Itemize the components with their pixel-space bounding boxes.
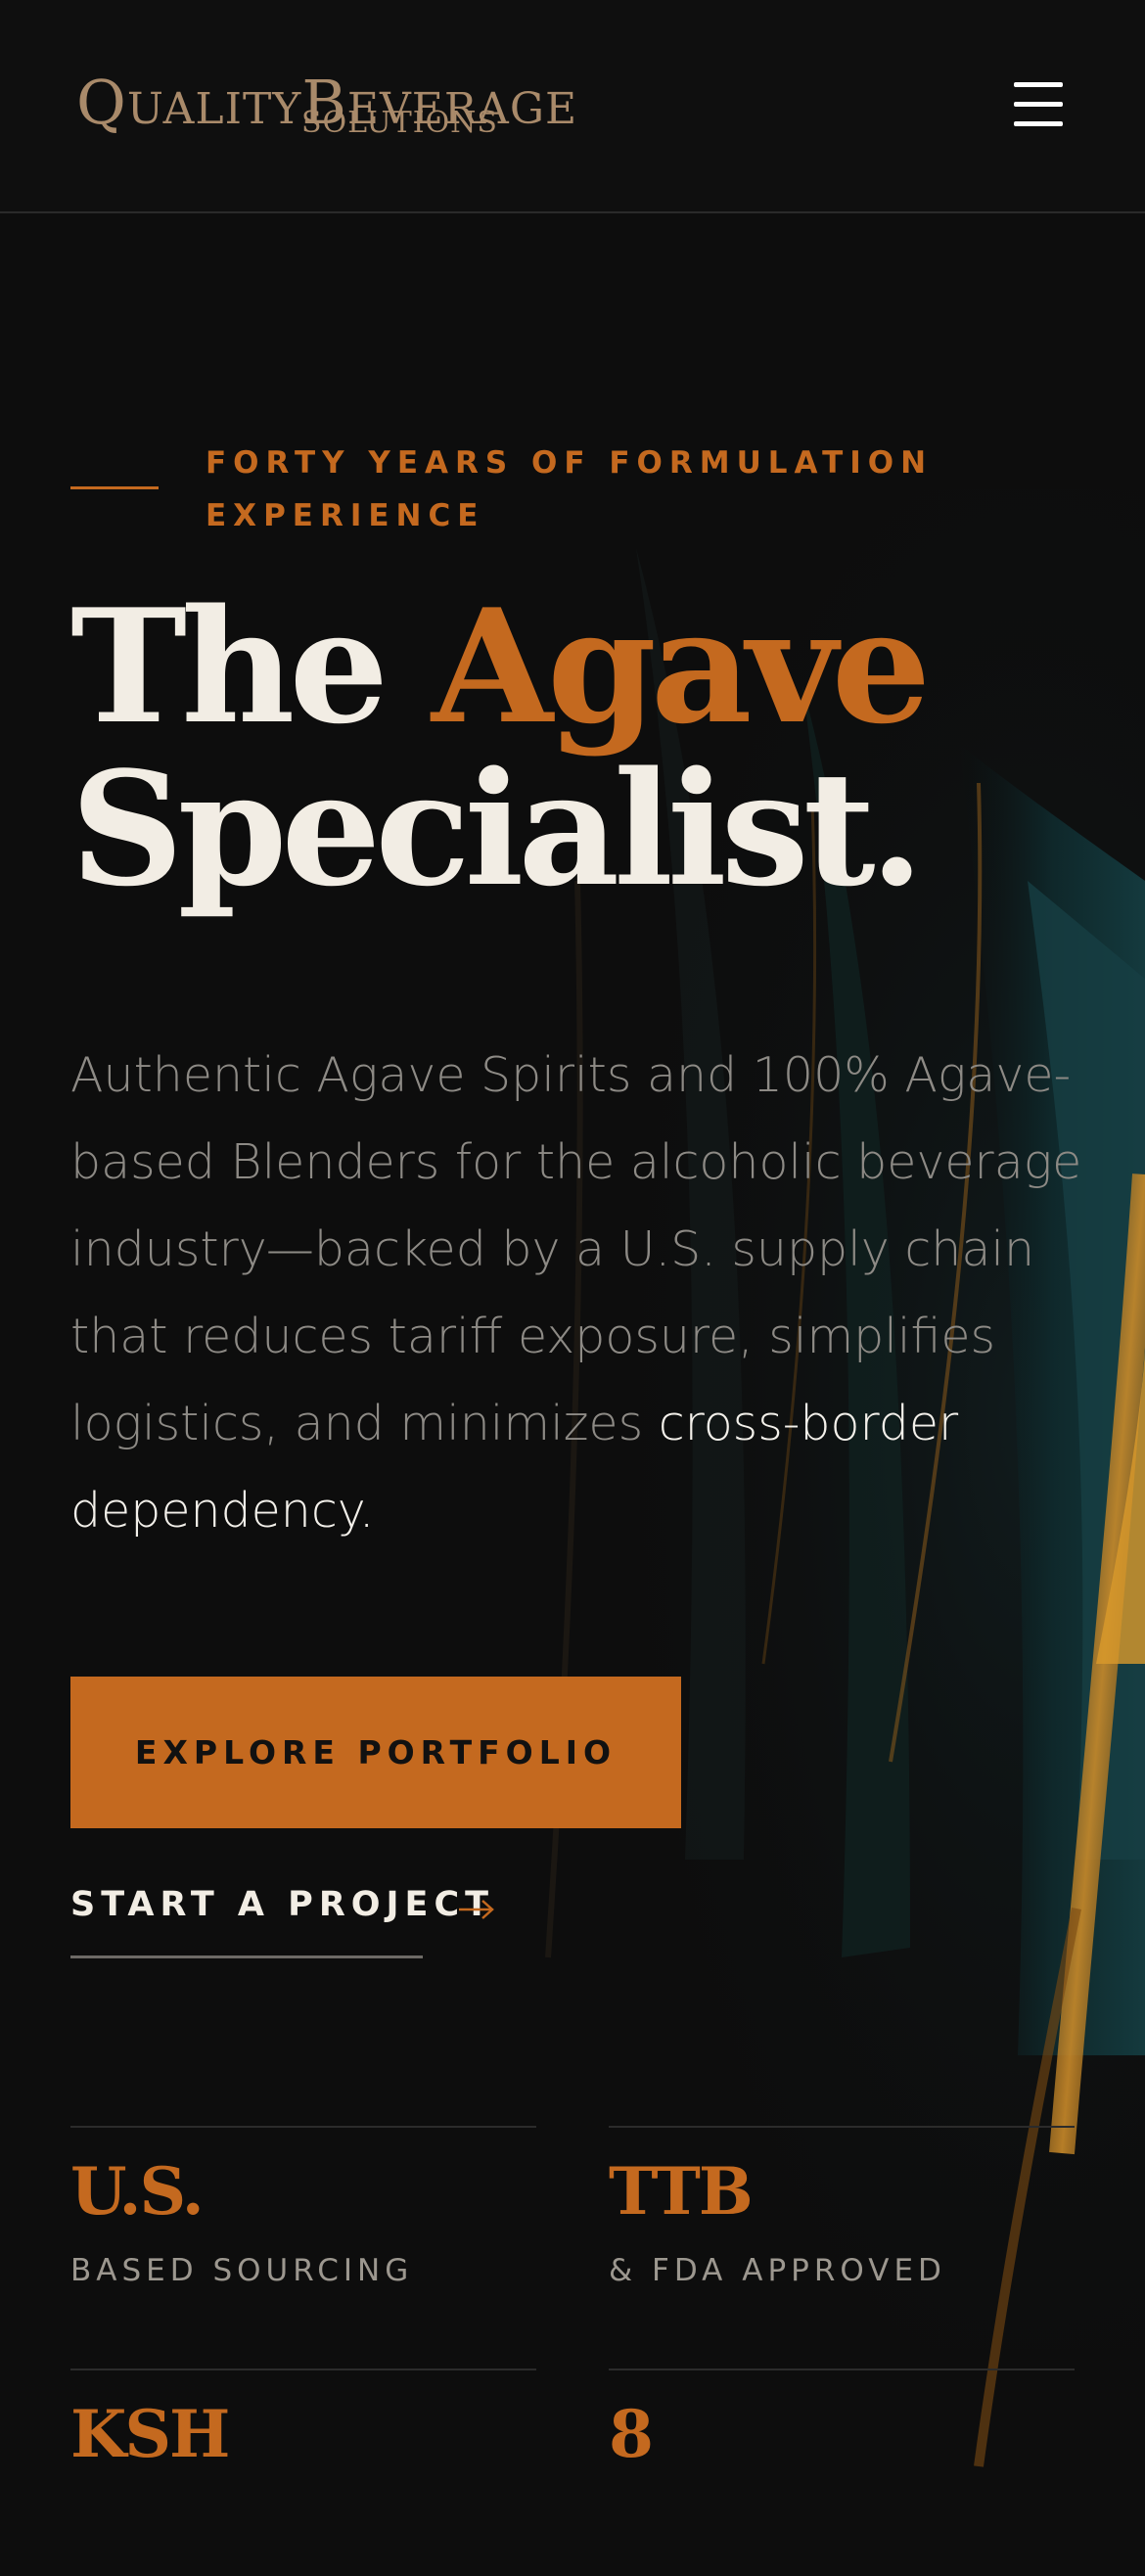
description-muted: Authentic Agave Spirits and 100% Agave-b… xyxy=(70,1047,1082,1451)
explore-portfolio-button[interactable]: EXPLORE PORTFOLIO xyxy=(70,1677,681,1828)
stat-ttb-fda: TTB & FDA APPROVED xyxy=(609,2126,1075,2333)
stat-value: KSH xyxy=(70,2396,230,2472)
stat-ksh: KSH xyxy=(70,2369,536,2576)
headline-part1: The xyxy=(70,575,432,759)
stat-eight: 8 xyxy=(609,2369,1075,2576)
stat-us-sourcing: U.S. BASED SOURCING xyxy=(70,2126,536,2333)
stat-value: U.S. xyxy=(70,2153,205,2230)
stat-label: & FDA APPROVED xyxy=(609,2253,946,2288)
headline-part2: Specialist. xyxy=(70,737,924,921)
brand-logo[interactable]: QUALITYBEVERAGE SOLUTIONS xyxy=(76,67,576,141)
hamburger-menu-icon[interactable] xyxy=(1010,78,1067,131)
hero-eyebrow: FORTY YEARS OF FORMULATION EXPERIENCE xyxy=(206,445,934,533)
logo-subtitle: SOLUTIONS xyxy=(301,106,498,140)
start-a-project-link[interactable]: START A PROJECT xyxy=(70,1885,521,1959)
start-a-project-label: START A PROJECT xyxy=(70,1885,495,1924)
hero-headline: The Agave Specialist. xyxy=(70,585,1049,910)
arrow-right-icon xyxy=(459,1900,494,1919)
hero-description: Authentic Agave Spirits and 100% Agave-b… xyxy=(70,1032,1088,1554)
link-underline xyxy=(70,1955,423,1958)
stat-label: BASED SOURCING xyxy=(70,2253,414,2288)
stat-value: 8 xyxy=(609,2396,654,2472)
stat-value: TTB xyxy=(609,2153,754,2230)
headline-accent: Agave xyxy=(431,575,931,759)
eyebrow-rule xyxy=(70,486,159,489)
site-header: QUALITYBEVERAGE SOLUTIONS xyxy=(0,0,1145,213)
